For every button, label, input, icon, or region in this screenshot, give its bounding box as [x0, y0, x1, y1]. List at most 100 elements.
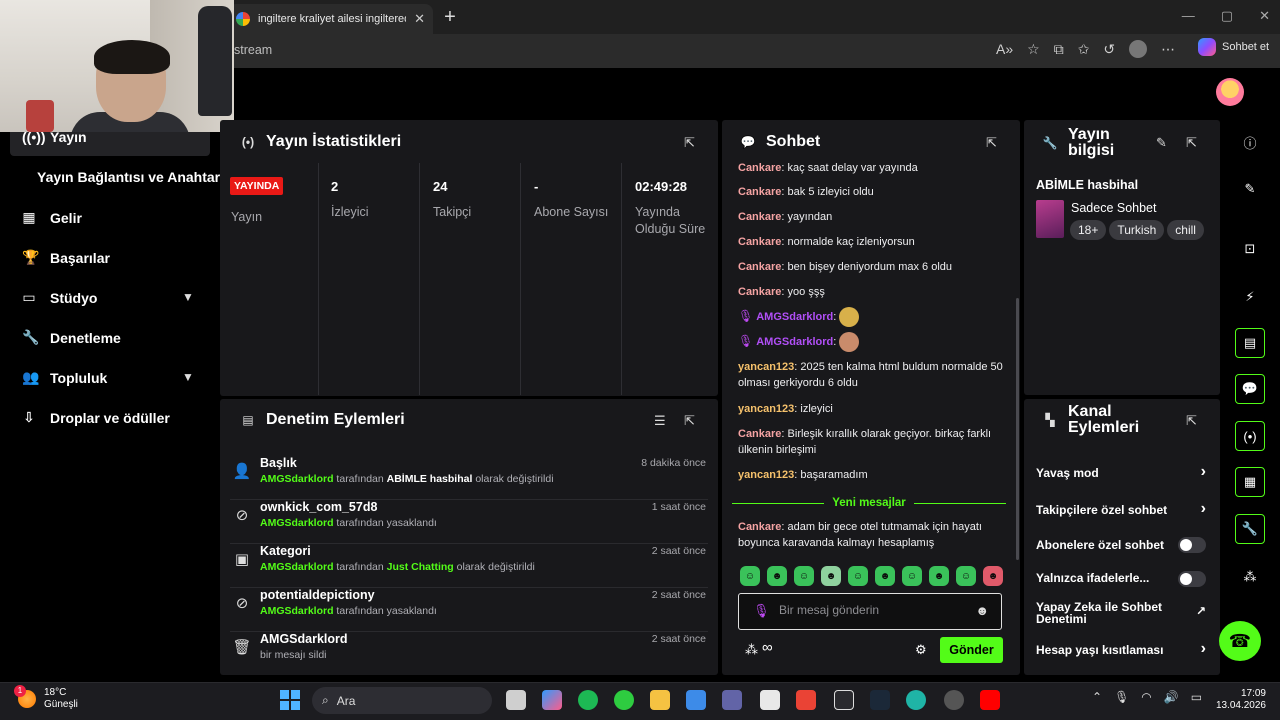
taskbar-search[interactable]: ⌕ Ara	[312, 687, 492, 714]
read-aloud-icon[interactable]: A»	[996, 41, 1013, 57]
subscribers-only-toggle[interactable]	[1178, 537, 1206, 553]
microphone-icon[interactable]: 🎙	[1114, 690, 1129, 704]
wrench-icon[interactable]: 🔧	[1235, 514, 1265, 544]
clip-icon[interactable]: ⊡	[1235, 234, 1265, 264]
followers-only-item[interactable]: Takipçilere özel sohbet ›	[1036, 500, 1208, 517]
copilot-button[interactable]: Sohbet et	[1198, 38, 1269, 56]
emoji-picker-icon[interactable]: ☻	[975, 603, 989, 618]
teams-icon[interactable]	[722, 690, 742, 710]
emote-icon[interactable]: ☻	[767, 566, 787, 586]
spotify-icon[interactable]	[578, 690, 598, 710]
emotes-only-toggle[interactable]	[1178, 571, 1206, 587]
edit-pencil-icon[interactable]: ✎	[1156, 135, 1167, 151]
xbox-icon[interactable]	[614, 690, 634, 710]
layout-icon[interactable]: ▦	[1235, 467, 1265, 497]
lightning-icon[interactable]: ⚡	[1235, 282, 1265, 312]
community-icon[interactable]: ⁂	[1235, 562, 1265, 592]
chevron-down-icon[interactable]: ▼	[182, 290, 194, 304]
tag[interactable]: 18+	[1070, 220, 1107, 240]
emote-icon[interactable]: ☻	[983, 566, 1003, 586]
address-bar[interactable]: stream	[226, 38, 998, 62]
battery-icon[interactable]: ▭	[1191, 690, 1202, 704]
chat-bubble-icon[interactable]: 💬	[1235, 374, 1265, 404]
minimize-button[interactable]: —	[1182, 8, 1195, 24]
edge-icon[interactable]	[906, 690, 926, 710]
extensions-icon[interactable]: ⧉	[1054, 41, 1064, 58]
info-icon[interactable]: ⓘ	[1235, 127, 1265, 157]
file-explorer-icon[interactable]	[506, 690, 526, 710]
taskbar-clock[interactable]: 17:09 13.04.2026	[1208, 688, 1266, 712]
popout-icon[interactable]: ⇱	[986, 135, 997, 151]
chevron-down-icon[interactable]: ▼	[182, 370, 194, 384]
nav-item-gelir[interactable]: ▦ Gelir	[22, 209, 82, 226]
emote-icon[interactable]: ☺	[740, 566, 760, 586]
tag[interactable]: Turkish	[1109, 220, 1165, 240]
new-tab-button[interactable]: +	[440, 6, 460, 29]
paint-icon[interactable]	[686, 690, 706, 710]
mod-actor[interactable]: AMGSdarklord	[260, 517, 334, 529]
nav-item-denetleme[interactable]: 🔧 Denetleme	[22, 329, 121, 346]
emote-icon[interactable]: ☻	[821, 566, 841, 586]
document-icon[interactable]: ▤	[1235, 328, 1265, 358]
weather-widget[interactable]: 1 18°C Güneşli	[14, 685, 78, 711]
broadcast-icon[interactable]: (•)	[1235, 421, 1265, 451]
user-avatar[interactable]	[1216, 78, 1244, 106]
popout-icon[interactable]: ⇱	[1186, 413, 1197, 429]
close-window-button[interactable]: ✕	[1259, 8, 1270, 24]
maximize-button[interactable]: ▢	[1221, 8, 1233, 24]
emote-icon[interactable]: ☺	[848, 566, 868, 586]
popout-icon[interactable]: ⇱	[684, 135, 695, 151]
nav-item-droplar[interactable]: ⇩ Droplar ve ödüller	[22, 409, 170, 426]
popout-icon[interactable]: ⇱	[1186, 135, 1197, 151]
nav-item-studyo[interactable]: ▭ Stüdyo	[22, 289, 97, 306]
tag[interactable]: chill	[1167, 220, 1204, 240]
nav-item-topluluk[interactable]: 👥 Topluluk	[22, 369, 107, 386]
support-chat-button[interactable]: ☎	[1219, 621, 1261, 661]
chat-settings-icon[interactable]: ⚙	[915, 642, 927, 658]
steam-icon[interactable]	[870, 690, 890, 710]
emote-icon[interactable]: ☺	[902, 566, 922, 586]
chatgpt-icon[interactable]	[944, 690, 964, 710]
account-age-item[interactable]: Hesap yaşı kısıtlaması ›	[1036, 640, 1208, 657]
emote-icon[interactable]: ☻	[875, 566, 895, 586]
wifi-icon[interactable]: ◠	[1141, 690, 1151, 704]
emote-icon[interactable]: ☻	[929, 566, 949, 586]
emotes-only-item[interactable]: Yalnızca ifadelerle...	[1036, 571, 1208, 587]
nav-item-basarilar[interactable]: 🏆 Başarılar	[22, 249, 110, 266]
nav-item-stream-key[interactable]: Yayın Bağlantısı ve Anahtarı	[37, 169, 224, 185]
chat-input-box[interactable]: 🎙 ☻	[738, 593, 1002, 630]
copilot-app-icon[interactable]	[542, 690, 562, 710]
history-icon[interactable]: ↺	[1103, 41, 1115, 58]
emote-icon[interactable]: ☺	[794, 566, 814, 586]
mod-actor[interactable]: AMGSdarklord	[260, 605, 334, 617]
store-icon[interactable]	[760, 690, 780, 710]
browser-tab[interactable]: ingiltere kraliyet ailesi ingilterede ✕	[228, 4, 433, 34]
windows-start-icon[interactable]	[280, 690, 300, 710]
tab-close-icon[interactable]: ✕	[414, 11, 425, 27]
category-thumbnail[interactable]	[1036, 200, 1064, 238]
chat-message-input[interactable]	[779, 603, 969, 617]
chevron-up-icon[interactable]: ⌃	[1092, 690, 1102, 704]
filter-icon[interactable]: ☰	[654, 413, 666, 429]
chat-options-icon[interactable]: ⁂	[745, 642, 758, 658]
vpn-icon[interactable]	[834, 690, 854, 710]
gmail-icon[interactable]	[796, 690, 816, 710]
mod-actor[interactable]: AMGSdarklord	[260, 561, 334, 573]
more-menu-icon[interactable]: ⋯	[1161, 41, 1175, 58]
favorites-icon[interactable]: ✩	[1078, 41, 1090, 58]
mod-actor[interactable]: AMGSdarklord	[260, 473, 334, 485]
ai-moderation-item[interactable]: Yapay Zeka ile Sohbet Denetimi ↗	[1036, 601, 1208, 625]
slow-mode-item[interactable]: Yavaş mod ›	[1036, 463, 1208, 480]
emote-icon[interactable]: ☺	[956, 566, 976, 586]
youtube-icon[interactable]	[980, 690, 1000, 710]
edit-pencil-icon[interactable]: ✎	[1235, 174, 1265, 204]
infinity-icon[interactable]: ∞	[762, 639, 773, 656]
favorite-star-icon[interactable]: ☆	[1027, 41, 1040, 58]
chat-scrollbar[interactable]	[1016, 298, 1019, 560]
send-button[interactable]: Gönder	[940, 637, 1003, 663]
subscribers-only-item[interactable]: Abonelere özel sohbet	[1036, 537, 1208, 553]
new-messages-divider[interactable]: Yeni mesajlar	[732, 496, 1006, 510]
browser-profile-icon[interactable]	[1129, 40, 1148, 58]
volume-icon[interactable]: 🔊	[1164, 690, 1179, 704]
folder-icon[interactable]	[650, 690, 670, 710]
